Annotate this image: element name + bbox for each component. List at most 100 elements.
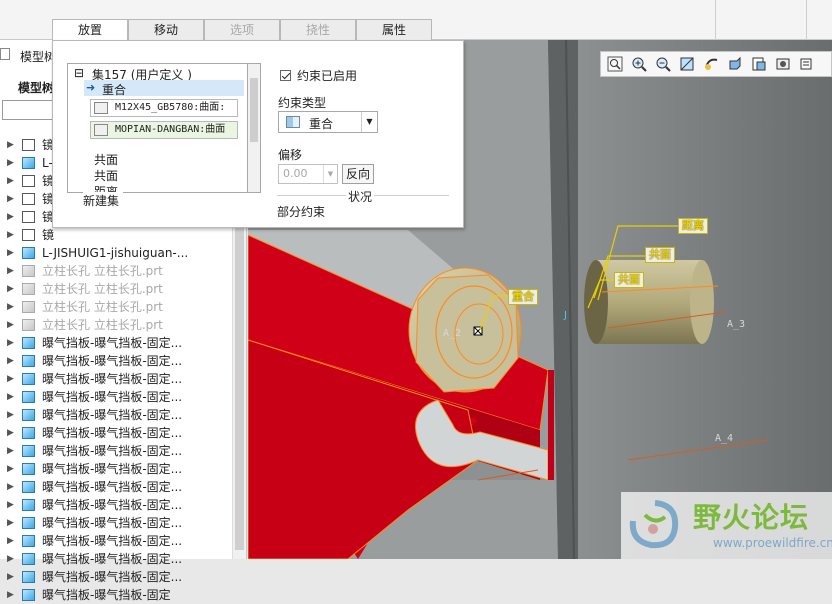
dashboard-tabs: 放置 移动 选项 挠性 属性 xyxy=(52,19,432,41)
constraint-label-coincident[interactable]: 重合 xyxy=(508,289,538,305)
zoom-in-icon[interactable] xyxy=(629,54,649,74)
chevron-down-icon[interactable]: ▼ xyxy=(361,112,377,132)
chevron-down-icon[interactable]: ▼ xyxy=(323,165,337,183)
tree-item[interactable]: ▶ 曝气挡板-曝气挡板-固定... xyxy=(0,442,232,460)
tree-item[interactable]: ▶ 曝气挡板-曝气挡板-固定... xyxy=(0,514,232,532)
expand-arrow-icon[interactable]: ▶ xyxy=(7,568,14,586)
tree-item[interactable]: ▶ 立柱长孔 立柱长孔.prt xyxy=(0,262,232,280)
expand-arrow-icon[interactable]: ▶ xyxy=(7,136,14,154)
tree-item-label: 立柱长孔 立柱长孔.prt xyxy=(42,300,163,314)
datum-display-icon[interactable] xyxy=(797,54,817,74)
expand-arrow-icon[interactable]: ▶ xyxy=(7,532,14,550)
tree-item[interactable]: ▶ 曝气挡板-曝气挡板-固定... xyxy=(0,460,232,478)
new-set-link[interactable]: 新建集 xyxy=(83,192,124,209)
collapse-icon[interactable]: ⊟ xyxy=(74,66,84,80)
expand-arrow-icon[interactable]: ▶ xyxy=(7,406,14,424)
expand-arrow-icon[interactable]: ▶ xyxy=(7,496,14,514)
reorient-icon[interactable] xyxy=(677,54,697,74)
expand-arrow-icon[interactable]: ▶ xyxy=(7,226,14,244)
checkbox-checked-icon[interactable] xyxy=(280,70,291,81)
tree-item[interactable]: ▶ 曝气挡板-曝气挡板-固定... xyxy=(0,406,232,424)
tab-options[interactable]: 选项 xyxy=(204,19,280,41)
expand-arrow-icon[interactable]: ▶ xyxy=(7,370,14,388)
model-tree-title[interactable]: 模型树 xyxy=(18,79,54,96)
part-icon xyxy=(22,355,35,367)
expand-arrow-icon[interactable]: ▶ xyxy=(7,262,14,280)
perspective-icon[interactable] xyxy=(773,54,793,74)
tree-item[interactable]: ▶ 曝气挡板-曝气挡板-固定 xyxy=(0,586,232,604)
constraint-type-value: 重合 xyxy=(309,117,334,131)
expand-arrow-icon[interactable]: ▶ xyxy=(7,352,14,370)
tab-move[interactable]: 移动 xyxy=(128,19,204,41)
tree-item[interactable]: ▶ 曝气挡板-曝气挡板-固定... xyxy=(0,352,232,370)
part-icon xyxy=(22,157,35,169)
axis-label: A_3 xyxy=(727,319,746,330)
selected-constraint-label[interactable]: 重合 xyxy=(102,81,126,98)
tree-item[interactable]: ▶ 曝气挡板-曝气挡板-固定... xyxy=(0,334,232,352)
reference-component-2[interactable]: MOPIAN-DANGBAN:曲面 xyxy=(90,121,238,139)
constraint-enabled-checkbox[interactable]: 约束已启用 xyxy=(280,67,357,84)
constraint-type-select[interactable]: 重合 ▼ xyxy=(278,111,378,133)
tab-properties[interactable]: 属性 xyxy=(356,19,432,41)
expand-arrow-icon[interactable]: ▶ xyxy=(7,388,14,406)
tree-item[interactable]: ▶ 曝气挡板-曝气挡板-固定... xyxy=(0,370,232,388)
constraint-item[interactable]: 共面 xyxy=(94,151,118,168)
tree-item[interactable]: ▶ 立柱长孔 立柱长孔.prt xyxy=(0,316,232,334)
tree-item[interactable]: ▶ 曝气挡板-曝气挡板-固定... xyxy=(0,424,232,442)
expand-arrow-icon[interactable]: ▶ xyxy=(7,208,14,226)
expand-arrow-icon[interactable]: ▶ xyxy=(7,460,14,478)
part-icon xyxy=(22,535,35,547)
expand-arrow-icon[interactable]: ▶ xyxy=(7,316,14,334)
constraint-label-coplanar[interactable]: 共面 xyxy=(614,272,644,288)
status-value: 部分约束 xyxy=(277,205,326,219)
constraint-item[interactable]: 共面 xyxy=(94,167,118,184)
constraint-label-coplanar[interactable]: 共面 xyxy=(645,247,675,263)
display-style-icon[interactable] xyxy=(725,54,745,74)
tree-item[interactable]: ▶ 立柱长孔 立柱长孔.prt xyxy=(0,280,232,298)
watermark-logo-icon xyxy=(629,500,679,549)
reference-component-1[interactable]: M12X45_GB5780:曲面: xyxy=(90,99,238,117)
tree-item-label: 曝气挡板-曝气挡板-固定... xyxy=(42,534,183,548)
tree-item[interactable]: ▶ 曝气挡板-曝气挡板-固定... xyxy=(0,496,232,514)
view-manager-icon[interactable] xyxy=(749,54,769,74)
coincident-icon xyxy=(286,116,300,128)
reference-text: M12X45_GB5780:曲面: xyxy=(115,102,226,113)
tab-placement[interactable]: 放置 xyxy=(52,19,128,41)
tree-item[interactable]: ▶ 曝气挡板-曝气挡板-固定... xyxy=(0,568,232,586)
watermark-url: www.proewildfire.cn xyxy=(713,536,832,550)
constraint-list-scrollbar[interactable] xyxy=(247,63,261,193)
tree-item[interactable]: ▶ 镜 xyxy=(0,226,232,244)
expand-arrow-icon[interactable]: ▶ xyxy=(7,298,14,316)
expand-arrow-icon[interactable]: ▶ xyxy=(7,442,14,460)
tree-item[interactable]: ▶ L-JISHUIG1-jishuiguan-... xyxy=(0,244,232,262)
expand-arrow-icon[interactable]: ▶ xyxy=(7,334,14,352)
constraint-label-distance[interactable]: 距离 xyxy=(678,218,708,234)
offset-input[interactable]: 0.00 ▼ xyxy=(278,164,338,184)
expand-arrow-icon[interactable]: ▶ xyxy=(7,514,14,532)
scrollbar-thumb[interactable] xyxy=(250,78,258,142)
expand-arrow-icon[interactable]: ▶ xyxy=(7,154,14,172)
tree-item[interactable]: ▶ 曝气挡板-曝气挡板-固定... xyxy=(0,388,232,406)
constraint-set-list[interactable]: ⊟ 集157 (用户定义 ) ➜ 重合 M12X45_GB5780:曲面: MO… xyxy=(67,63,261,193)
tab-flexibility[interactable]: 挠性 xyxy=(280,19,356,41)
expand-arrow-icon[interactable]: ▶ xyxy=(7,172,14,190)
expand-arrow-icon[interactable]: ▶ xyxy=(7,424,14,442)
zoom-fit-icon[interactable] xyxy=(605,54,625,74)
expand-arrow-icon[interactable]: ▶ xyxy=(7,244,14,262)
expand-arrow-icon[interactable]: ▶ xyxy=(7,586,14,604)
expand-arrow-icon[interactable]: ▶ xyxy=(7,280,14,298)
tree-item[interactable]: ▶ 曝气挡板-曝气挡板-固定... xyxy=(0,532,232,550)
flip-button[interactable]: 反向 xyxy=(342,164,374,184)
offset-label: 偏移 xyxy=(278,148,303,162)
tree-item-label: 曝气挡板-曝气挡板-固定... xyxy=(42,516,183,530)
expand-arrow-icon[interactable]: ▶ xyxy=(7,190,14,208)
expand-arrow-icon[interactable]: ▶ xyxy=(7,478,14,496)
zoom-out-icon[interactable] xyxy=(653,54,673,74)
tree-item-label: 曝气挡板-曝气挡板-固定... xyxy=(42,498,183,512)
saved-views-icon[interactable] xyxy=(701,54,721,74)
model-tree-tab-label[interactable]: 模型树 xyxy=(20,48,56,65)
tree-item[interactable]: ▶ 立柱长孔 立柱长孔.prt xyxy=(0,298,232,316)
tree-item[interactable]: ▶ 曝气挡板-曝气挡板-固定... xyxy=(0,550,232,568)
tree-item[interactable]: ▶ 曝气挡板-曝气挡板-固定... xyxy=(0,478,232,496)
expand-arrow-icon[interactable]: ▶ xyxy=(7,550,14,568)
